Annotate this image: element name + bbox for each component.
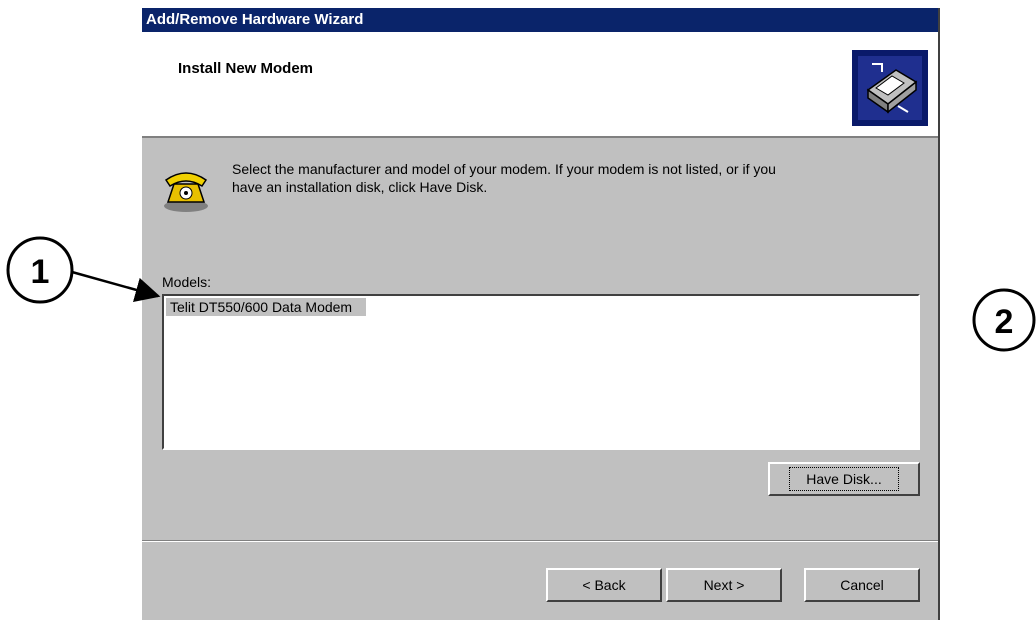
callout-1-arrow (71, 270, 161, 302)
callout-1: 1 (6, 236, 74, 304)
callout-1-label: 1 (31, 253, 50, 291)
callout-2-label: 2 (995, 303, 1014, 341)
callout-layer: 1 2 (6, 236, 1036, 352)
callout-2: 2 (972, 288, 1036, 352)
